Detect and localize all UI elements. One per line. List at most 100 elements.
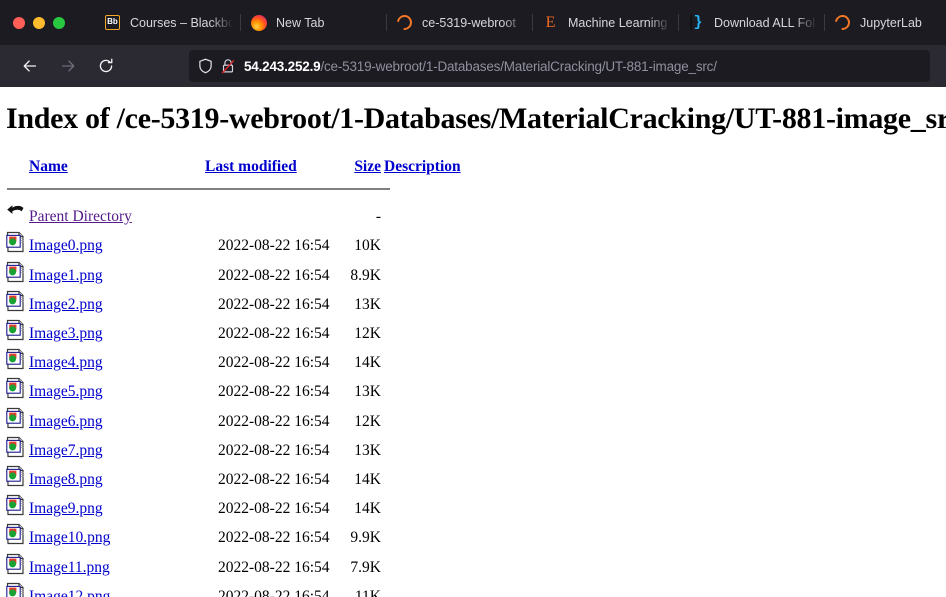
- image-file-icon: [6, 465, 24, 487]
- row-name-cell: Image4.png: [29, 348, 205, 377]
- image-file-icon: [6, 524, 24, 545]
- shield-icon[interactable]: [198, 58, 213, 74]
- jupyter-glyph: [831, 11, 854, 34]
- row-icon-cell: [6, 348, 29, 377]
- close-window-button[interactable]: [13, 16, 25, 29]
- header-last-modified: Last modified: [205, 158, 340, 179]
- row-description: [384, 465, 479, 494]
- sort-by-size-link[interactable]: Size: [354, 158, 381, 175]
- url-path: /ce-5319-webroot/1-Databases/MaterialCra…: [320, 58, 717, 74]
- file-link[interactable]: Image6.png: [29, 413, 103, 430]
- browser-tab[interactable]: ce-5319-webroot: [387, 6, 533, 39]
- table-row: Image6.png 2022-08-22 16:54 12K: [6, 407, 479, 436]
- row-icon-cell: [6, 290, 29, 319]
- row-size: 13K: [354, 441, 381, 459]
- row-size: 12K: [354, 412, 381, 430]
- back-button[interactable]: [14, 51, 45, 82]
- row-last-modified: 2022-08-22 16:54: [218, 383, 330, 401]
- forward-arrow-icon: [59, 57, 77, 75]
- image-file-icon: [6, 436, 24, 457]
- tab-label: New Tab: [276, 15, 325, 30]
- file-link[interactable]: Image9.png: [29, 500, 103, 517]
- row-icon-cell: [6, 465, 29, 494]
- file-link[interactable]: Image10.png: [29, 529, 110, 546]
- row-size: 13K: [354, 383, 381, 401]
- file-link[interactable]: Image1.png: [29, 267, 103, 284]
- row-last-modified: 2022-08-22 16:54: [218, 354, 330, 372]
- file-link[interactable]: Image8.png: [29, 471, 103, 488]
- row-size: 13K: [354, 295, 381, 313]
- header-name: Name: [29, 158, 205, 179]
- browser-tab[interactable]: E Machine Learning: [533, 6, 679, 39]
- maximize-window-button[interactable]: [53, 16, 65, 29]
- file-link[interactable]: Image12.png: [29, 588, 110, 597]
- header-rule-row: [6, 179, 479, 202]
- row-last-modified: 2022-08-22 16:54: [218, 325, 330, 342]
- row-icon-cell: [6, 436, 29, 465]
- row-description: [384, 261, 479, 290]
- minimize-window-button[interactable]: [33, 16, 45, 29]
- table-row: Image10.png 2022-08-22 16:54 9.9K: [6, 523, 479, 552]
- file-link[interactable]: Image7.png: [29, 442, 103, 459]
- table-row: Image11.png 2022-08-22 16:54 7.9K: [6, 553, 479, 582]
- image-file-icon: [6, 261, 24, 282]
- table-row: Image5.png 2022-08-22 16:54 13K: [6, 377, 479, 406]
- row-icon-cell: [6, 377, 29, 406]
- browser-tab[interactable]: JupyterLab: [825, 6, 946, 39]
- table-row: Image8.png 2022-08-22 16:54 14K: [6, 465, 479, 494]
- browser-tab[interactable]: New Tab: [241, 6, 387, 39]
- file-link[interactable]: Image5.png: [29, 383, 103, 400]
- row-description: [384, 377, 479, 406]
- row-description: [384, 494, 479, 523]
- sort-by-description-link[interactable]: Description: [384, 158, 461, 175]
- row-size: 11K: [354, 587, 381, 597]
- page-content: Index of /ce-5319-webroot/1-Databases/Ma…: [0, 87, 946, 597]
- browser-tab[interactable]: Bb Courses – Blackbo: [95, 6, 241, 39]
- row-name-cell: Image0.png: [29, 231, 205, 260]
- row-last-modified: 2022-08-22 16:54: [218, 441, 330, 459]
- brace-glyph: }: [690, 15, 703, 30]
- row-last-modified: 2022-08-22 16:54: [218, 558, 330, 576]
- table-row: Image1.png 2022-08-22 16:54 8.9K: [6, 261, 479, 290]
- row-icon-cell: [6, 494, 29, 523]
- directory-listing-table: Name Last modified Size Description Pare…: [6, 158, 479, 597]
- insecure-lock-icon[interactable]: [221, 58, 235, 74]
- row-name-cell: Image3.png: [29, 319, 205, 348]
- row-size: 14K: [354, 354, 381, 372]
- file-link[interactable]: Image3.png: [29, 325, 103, 342]
- file-link[interactable]: Image2.png: [29, 296, 103, 313]
- row-name-cell: Image7.png: [29, 436, 205, 465]
- row-last-modified: 2022-08-22 16:54: [218, 529, 330, 547]
- sort-by-date-link[interactable]: Last modified: [205, 158, 297, 175]
- row-last-modified: 2022-08-22 16:54: [218, 587, 330, 597]
- file-link[interactable]: Image11.png: [29, 559, 110, 576]
- row-size: 7.9K: [350, 558, 381, 576]
- row-description: [384, 290, 479, 319]
- reload-button[interactable]: [90, 51, 121, 82]
- file-link[interactable]: Image4.png: [29, 354, 103, 371]
- forward-button[interactable]: [52, 51, 83, 82]
- row-last-modified: 2022-08-22 16:54: [218, 266, 330, 284]
- row-icon-cell: [6, 231, 29, 260]
- tab-label: ce-5319-webroot: [422, 15, 516, 30]
- file-link[interactable]: Image0.png: [29, 237, 103, 254]
- image-file-icon: [6, 495, 24, 516]
- url-host: 54.243.252.9: [244, 58, 321, 74]
- directory-listing-body: Parent Directory - Image0.png 2022-08-22 16…: [6, 202, 479, 597]
- page-title: Index of /ce-5319-webroot/1-Databases/Ma…: [6, 102, 946, 135]
- row-name-cell: Image6.png: [29, 407, 205, 436]
- browser-tab[interactable]: } Download ALL Fol: [679, 6, 825, 39]
- table-header-row: Name Last modified Size Description: [6, 158, 479, 179]
- row-description: [384, 553, 479, 582]
- row-description: [384, 348, 479, 377]
- jupyter-icon: [831, 11, 854, 34]
- address-bar[interactable]: 54.243.252.9/ce-5319-webroot/1-Databases…: [189, 50, 930, 82]
- image-file-icon: [6, 582, 24, 597]
- file-link[interactable]: Parent Directory: [29, 208, 132, 225]
- table-row: Image12.png 2022-08-22 16:54 11K: [6, 582, 479, 597]
- blackboard-icon: Bb: [104, 14, 121, 31]
- image-file-icon: [6, 349, 24, 370]
- row-icon-cell: [6, 523, 29, 552]
- sort-by-name-link[interactable]: Name: [29, 158, 68, 175]
- row-icon-cell: [6, 553, 29, 582]
